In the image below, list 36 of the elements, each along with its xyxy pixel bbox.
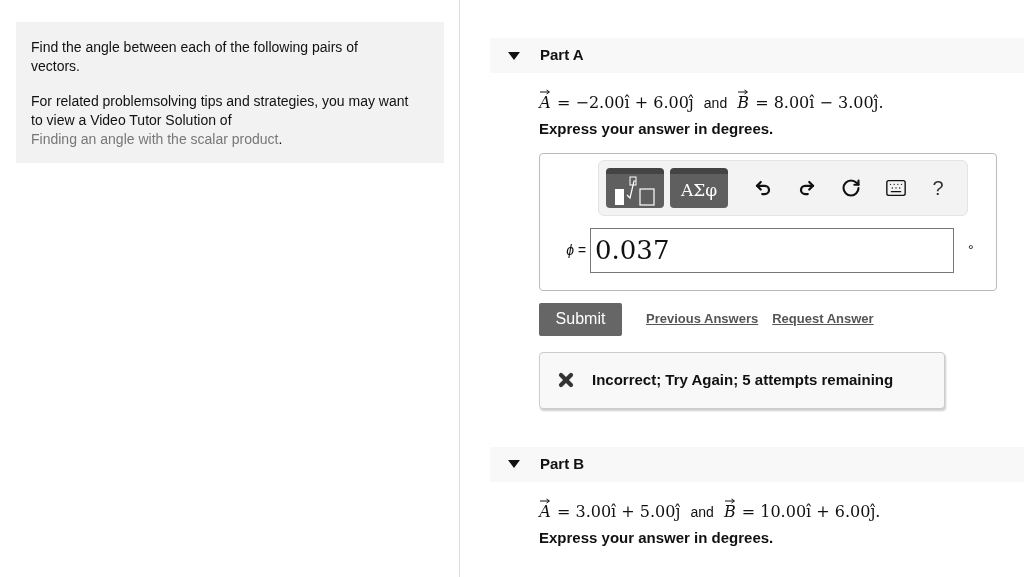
symbols-button[interactable]: ΑΣφ	[670, 167, 728, 208]
answer-link[interactable]: Previous Answers	[646, 309, 759, 329]
help-button[interactable]: ?	[926, 172, 950, 203]
fraction-root-icon	[612, 174, 658, 207]
tip-text: For related problemsolving tips and strategies, you may want to view a Video Tutor Solution of Finding an angle with the scalar product.	[31, 92, 410, 149]
vector-symbol: B	[723, 504, 736, 519]
submit-button[interactable]: Submit	[539, 302, 622, 336]
instruction: Express your answer in degrees.	[539, 527, 775, 548]
redo-icon	[798, 178, 816, 197]
reset-icon	[841, 177, 861, 198]
instruction: Express your answer in degrees.	[539, 119, 775, 139]
undo-icon	[754, 178, 772, 197]
vector-arrow-icon	[539, 89, 551, 95]
vector-arrow-icon	[737, 89, 750, 95]
variable-label: ϕ =	[565, 240, 587, 260]
vector-equation: = 8.00î − 3.00ĵ.	[755, 96, 884, 110]
vector-symbol: B	[737, 96, 750, 110]
vector-arrow-icon	[723, 497, 736, 504]
part-header[interactable]: Part A	[490, 38, 1024, 73]
templates-button[interactable]	[606, 167, 664, 208]
question-text: Find the angle between each of the following pairs of vectors.	[31, 38, 359, 76]
unit-label: °	[968, 240, 974, 260]
part-title: Part A	[540, 45, 584, 66]
feedback-message: Incorrect; Try Again; 5 attempts remaining	[592, 369, 894, 390]
vector-arrow-icon	[539, 497, 551, 504]
vector-equation: = 10.00î + 6.00ĵ.	[741, 504, 881, 519]
vector-equation: = 3.00î + 5.00ĵ	[557, 504, 681, 519]
part-header[interactable]: Part B	[490, 446, 1024, 482]
part-title: Part B	[540, 453, 585, 474]
conjunction: and	[690, 504, 714, 519]
vector-symbol: A	[539, 504, 551, 519]
conjunction: and	[703, 96, 728, 110]
answer-link[interactable]: Request Answer	[772, 309, 874, 329]
answer-field[interactable]: 0.037	[590, 227, 954, 273]
vector-equation: = −2.00î + 6.00ĵ	[557, 96, 694, 110]
vector-symbol: A	[539, 96, 551, 110]
